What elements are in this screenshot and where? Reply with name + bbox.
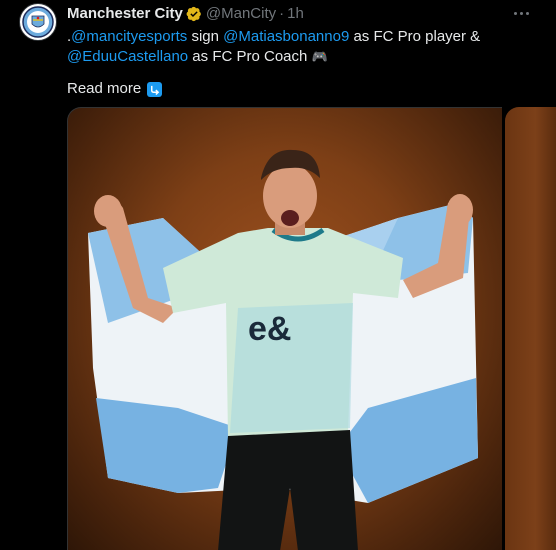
- more-dot: [513, 11, 517, 15]
- tweet-text: .@mancityesports sign @Matiasbonanno9 as…: [67, 27, 527, 67]
- kit-sponsor-logo: e&: [248, 310, 291, 348]
- mention-eduucastellano[interactable]: @EduuCastellano: [67, 48, 188, 65]
- mention-matiasbonanno9[interactable]: @Matiasbonanno9: [223, 28, 349, 45]
- read-more-label: Read more: [67, 80, 142, 97]
- arrow-right-hook-icon: [147, 81, 163, 97]
- text-sign: sign: [187, 28, 224, 45]
- user-handle[interactable]: @ManCity: [206, 6, 276, 22]
- separator-dot: ·: [279, 5, 285, 22]
- more-options-icon[interactable]: [511, 5, 531, 21]
- tweet-media-photo-secondary[interactable]: [505, 107, 556, 550]
- verified-badge-icon[interactable]: [186, 6, 202, 22]
- display-name[interactable]: Manchester City: [67, 6, 183, 22]
- more-dot: [519, 11, 523, 15]
- mention-mancityesports[interactable]: @mancityesports: [71, 28, 187, 45]
- avatar[interactable]: [19, 3, 57, 41]
- tweet-media-photo[interactable]: e&: [67, 107, 502, 550]
- manchester-city-crest-icon: [22, 6, 54, 38]
- timestamp[interactable]: 1h: [287, 6, 304, 22]
- tweet[interactable]: Manchester City @ManCity · 1h .@mancitye…: [0, 0, 556, 550]
- tweet-header: Manchester City @ManCity · 1h: [67, 6, 304, 22]
- player-with-argentina-flag-image: e&: [88, 149, 478, 550]
- text-as-player: as FC Pro player &: [349, 28, 481, 45]
- more-dot: [525, 11, 529, 15]
- text-as-coach: as FC Pro Coach: [188, 48, 312, 65]
- game-controller-emoji: 🎮: [311, 49, 328, 64]
- read-more-link[interactable]: Read more: [67, 79, 163, 99]
